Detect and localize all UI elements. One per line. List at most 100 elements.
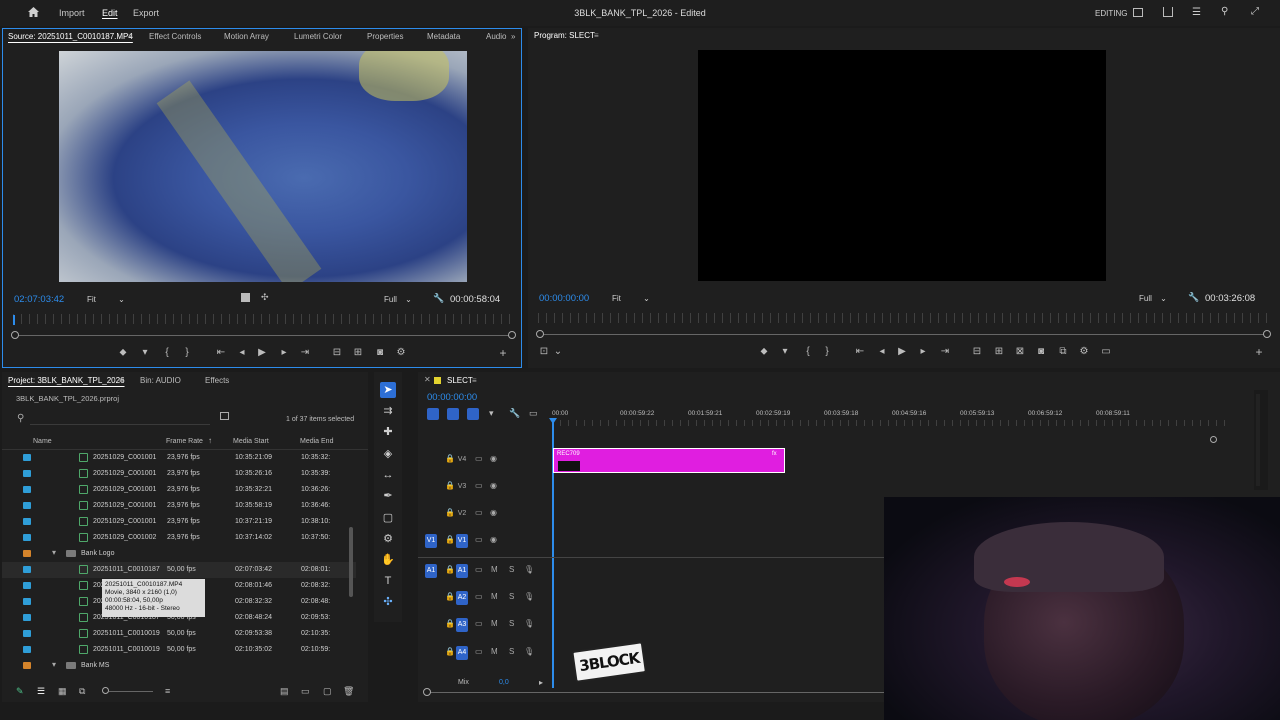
label-color[interactable] — [23, 582, 31, 589]
type-tool-icon[interactable]: T — [380, 573, 396, 589]
label-color[interactable] — [23, 502, 31, 509]
disclosure-triangle-icon[interactable]: ▾ — [52, 548, 56, 557]
tab-effects[interactable]: Effects — [205, 376, 229, 385]
label-color[interactable] — [23, 566, 31, 573]
settings-square-icon[interactable] — [241, 293, 250, 302]
sync-lock-icon[interactable]: ▭ — [475, 592, 483, 601]
track-label[interactable]: V2 — [456, 507, 468, 521]
wrench-icon[interactable]: 🔧 — [433, 293, 444, 304]
mute-icon[interactable]: M — [491, 647, 498, 656]
new-search-bin-icon[interactable] — [220, 412, 229, 420]
sync-lock-icon[interactable]: ▭ — [475, 508, 483, 517]
timeline-settings-icon[interactable]: 🔧 — [509, 408, 520, 419]
sync-lock-icon[interactable]: ▭ — [475, 647, 483, 656]
tab-project[interactable]: Project: 3BLK_BANK_TPL_2026 — [8, 376, 125, 385]
solo-icon[interactable]: S — [509, 647, 514, 656]
timeline-ruler[interactable]: 00:00 00:00:59:22 00:01:59:21 00:02:59:19 00… — [552, 410, 1232, 420]
mark-in-icon[interactable]: { — [161, 347, 173, 358]
mic-icon[interactable]: 🎙 — [524, 619, 534, 628]
program-play-icon[interactable]: ▶ — [896, 346, 908, 357]
timeline-ruler-ticks[interactable] — [552, 420, 1232, 426]
vertical-zoom-knob[interactable] — [1210, 436, 1217, 443]
adjustment-clip[interactable]: REC709 fx — [553, 448, 785, 473]
source-tab-menu-icon[interactable]: ≡ — [128, 32, 133, 41]
lock-icon[interactable]: 🔒 — [445, 619, 455, 628]
program-export-frame-icon[interactable]: ◙ — [1035, 346, 1047, 357]
fullscreen-icon[interactable]: ✣ — [261, 292, 269, 303]
program-vr-icon[interactable]: ▭ — [1100, 346, 1112, 357]
list-view-icon[interactable]: ☰ — [37, 686, 45, 697]
label-color[interactable] — [23, 662, 31, 669]
slip-tool-icon[interactable]: ↔ — [380, 467, 396, 483]
list-item[interactable]: 20251029_C001001 23,976 fps 10:35:32:21 10:… — [2, 482, 356, 498]
timeline-horizontal-scroll[interactable] — [430, 692, 890, 693]
add-marker-icon[interactable]: ⬥ — [117, 347, 129, 358]
safe-margins-icon[interactable]: ⊡ — [538, 346, 550, 357]
add-marker-icon[interactable]: ▾ — [489, 408, 494, 419]
program-compare-icon[interactable]: ⧉ — [1057, 346, 1069, 357]
program-zoom-knob-right[interactable] — [1263, 330, 1271, 338]
step-back-icon[interactable]: ◂ — [236, 347, 248, 358]
source-timecode[interactable]: 02:07:03:42 — [14, 294, 64, 305]
track-label[interactable]: A1 — [456, 564, 468, 578]
marker-icon[interactable]: ▾ — [139, 347, 151, 358]
mix-play-icon[interactable]: ▸ — [539, 678, 543, 687]
add-button-icon[interactable]: + — [497, 346, 509, 360]
label-color[interactable] — [23, 454, 31, 461]
workspace-label[interactable]: EDITING — [1095, 9, 1127, 18]
label-color[interactable] — [23, 550, 31, 557]
source-zoom-knob-left[interactable] — [11, 331, 19, 339]
program-wrench-icon[interactable]: 🔧 — [1188, 292, 1199, 303]
mute-icon[interactable]: M — [491, 565, 498, 574]
workspace-panel-icon[interactable] — [1133, 8, 1143, 17]
program-step-back-icon[interactable]: ◂ — [876, 346, 888, 357]
freeform-view-icon[interactable]: ⧉ — [79, 686, 85, 697]
list-item[interactable]: 20251011_C0010187 50,00 fps 02:07:03:42 02:… — [2, 562, 356, 578]
trash-icon[interactable]: 🗑 — [343, 686, 354, 697]
column-frame-rate[interactable]: Frame Rate — [166, 438, 203, 445]
search-icon[interactable]: ⚲ — [1221, 6, 1228, 17]
mute-icon[interactable]: M — [491, 592, 498, 601]
play-icon[interactable]: ▶ — [256, 347, 268, 358]
generative-tool-icon[interactable]: ✣ — [380, 594, 396, 610]
tab-program[interactable]: Program: SLECT — [534, 31, 595, 40]
mic-icon[interactable]: 🎙 — [524, 647, 534, 656]
list-item[interactable]: 20251029_C001001 23,976 fps 10:35:26:16 10:… — [2, 466, 356, 482]
source-video-frame[interactable] — [59, 51, 467, 282]
program-zoom-knob-left[interactable] — [536, 330, 544, 338]
source-playhead[interactable] — [13, 315, 15, 325]
label-color[interactable] — [23, 646, 31, 653]
program-tab-menu-icon[interactable]: ≡ — [594, 31, 599, 40]
expand-icon[interactable]: ⤢ — [1251, 6, 1259, 17]
program-video-frame[interactable] — [698, 50, 1106, 281]
lock-icon[interactable]: 🔒 — [445, 481, 455, 490]
program-marker-icon[interactable]: ▾ — [779, 346, 791, 357]
project-tab-menu-icon[interactable]: ≡ — [119, 376, 124, 385]
source-patch-v1[interactable]: V1 — [425, 534, 437, 548]
track-label[interactable]: A2 — [456, 591, 468, 605]
bin-folder[interactable]: ▾ Bank MS — [2, 658, 356, 670]
zoom-slider-knob[interactable] — [102, 687, 109, 694]
track-label[interactable]: V1 — [456, 534, 468, 548]
sync-lock-icon[interactable]: ▭ — [475, 454, 483, 463]
hand-tool-icon[interactable]: ✋ — [380, 552, 396, 568]
mute-icon[interactable]: M — [491, 619, 498, 628]
track-a4[interactable]: 🔒 A4 ▭ M S 🎙 — [418, 643, 548, 665]
new-item-icon[interactable]: ▢ — [323, 686, 332, 697]
step-forward-icon[interactable]: ▸ — [278, 347, 290, 358]
automate-icon[interactable]: ▤ — [280, 686, 289, 697]
pencil-icon[interactable]: ✎ — [16, 686, 24, 697]
tab-metadata[interactable]: Metadata — [427, 32, 460, 41]
captions-icon[interactable]: ▭ — [529, 408, 538, 419]
ripple-edit-tool-icon[interactable]: ✚ — [380, 424, 396, 440]
track-v4[interactable]: 🔒 V4 ▭ ◉ — [418, 450, 548, 472]
export-frame-icon[interactable]: ◙ — [374, 347, 386, 358]
icon-view-icon[interactable]: ▦ — [58, 686, 67, 697]
timeline-timecode[interactable]: 00:00:00:00 — [427, 392, 477, 403]
bin-folder[interactable]: ▾ Bank Logo — [2, 546, 356, 562]
selection-tool-icon[interactable]: ➤ — [380, 382, 396, 398]
mark-out-icon[interactable]: } — [181, 347, 193, 358]
go-to-out-icon[interactable]: ⇥ — [299, 347, 311, 358]
sort-icons-icon[interactable]: ≡ — [165, 686, 170, 696]
list-item[interactable]: 20251029_C001002 23,976 fps 10:37:14:02 10:… — [2, 530, 356, 546]
